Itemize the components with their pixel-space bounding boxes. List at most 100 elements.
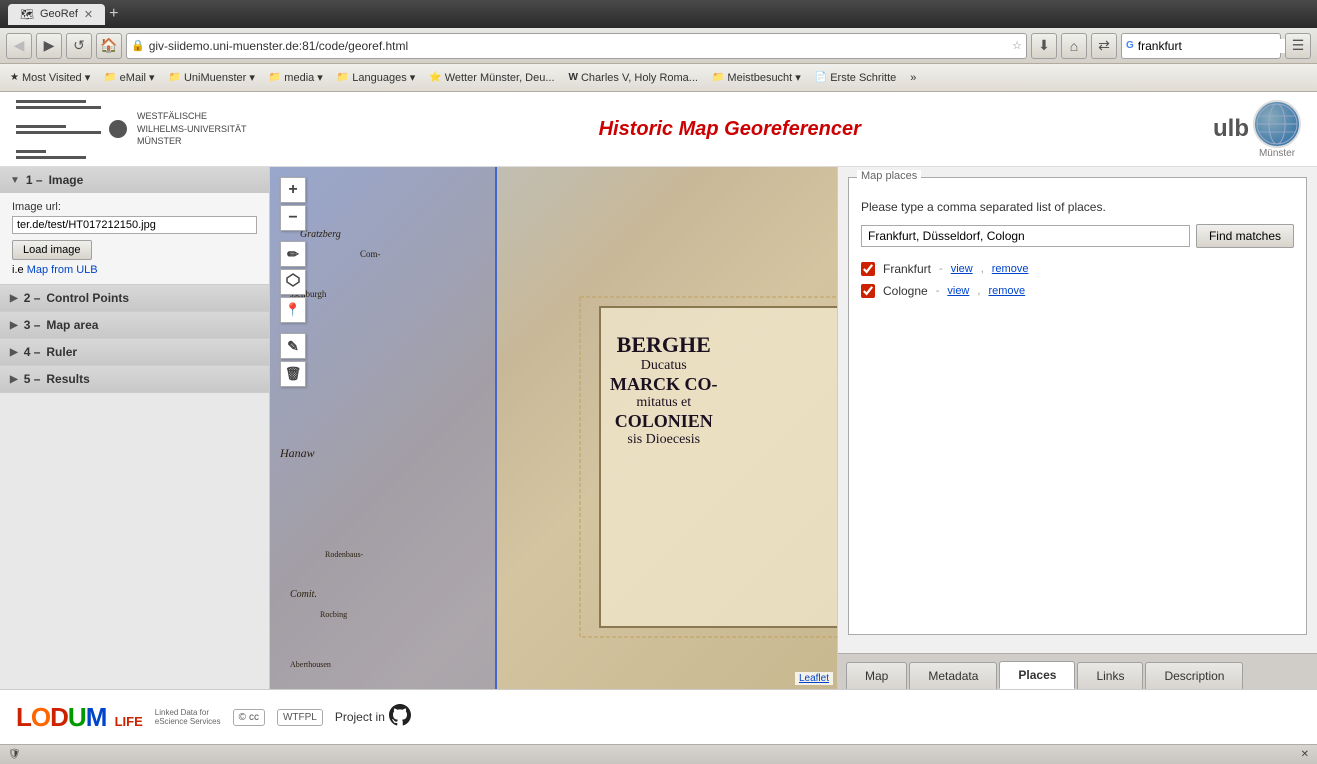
home-nav-button[interactable]: ⌂ xyxy=(1061,33,1087,59)
find-matches-button[interactable]: Find matches xyxy=(1196,224,1294,248)
tab-places[interactable]: Places xyxy=(999,661,1075,689)
tab-description[interactable]: Description xyxy=(1145,662,1243,689)
bookmark-uni-muenster[interactable]: 📁 UniMuenster ▾ xyxy=(163,69,261,86)
zoom-out-button[interactable]: − xyxy=(280,205,306,231)
draw-line-button[interactable]: ✏ xyxy=(280,241,306,267)
linked-data-line2: eScience Services xyxy=(155,717,221,726)
forward-button[interactable]: ▶ xyxy=(36,33,62,59)
frankfurt-remove-link[interactable]: remove xyxy=(992,263,1029,275)
uni-name-line1: WESTFÄLISCHE xyxy=(137,110,247,123)
map-area-container[interactable]: Gratzberg Com- ssenburgh Hanaw Comit. Ab… xyxy=(270,167,837,689)
new-tab-button[interactable]: + xyxy=(109,5,118,23)
bookmark-meistbesucht[interactable]: 📁 Meistbesucht ▾ xyxy=(706,69,807,86)
sidebar-section-ruler: ▶ 4 – Ruler xyxy=(0,339,269,366)
zoom-in-button[interactable]: + xyxy=(280,177,306,203)
ulb-sublabel: Münster xyxy=(1259,148,1295,159)
erste-schritte-label: Erste Schritte xyxy=(830,72,896,84)
browser-toolbar: ◀ ▶ ↺ 🏠 🔒 ☆ ⬇ ⌂ ⇄ G 🔍 ☰ xyxy=(0,28,1317,64)
sidebar-section-control-points-header[interactable]: ▶ 2 – Control Points xyxy=(0,285,269,311)
cartouche-line6: sis Dioecesis xyxy=(610,432,717,448)
tab-metadata[interactable]: Metadata xyxy=(909,662,997,689)
wtfpl-label: WTFPL xyxy=(283,712,317,723)
cartouche: BERGHE Ducatus MARCK CO- mitatus et COLO… xyxy=(610,332,717,448)
languages-label: Languages xyxy=(352,72,406,84)
leaflet-attribution[interactable]: Leaflet xyxy=(795,672,833,685)
search-input[interactable] xyxy=(1138,39,1293,53)
add-pin-button[interactable]: 📍 xyxy=(280,297,306,323)
places-search-input[interactable] xyxy=(861,225,1190,247)
cologne-checkbox[interactable] xyxy=(861,284,875,298)
polygon-icon xyxy=(286,273,300,292)
cartouche-line5: COLONIEN xyxy=(610,411,717,432)
most-visited-icon: ★ xyxy=(10,72,19,83)
sidebar-section-ruler-header[interactable]: ▶ 4 – Ruler xyxy=(0,339,269,365)
uni-name-line3: MÜNSTER xyxy=(137,135,247,148)
frankfurt-view-link[interactable]: view xyxy=(951,263,973,275)
project-github: Project in xyxy=(335,704,411,731)
image-url-input[interactable] xyxy=(12,216,257,234)
sidebar-section-map-area-header[interactable]: ▶ 3 – Map area xyxy=(0,312,269,338)
logo-graphic xyxy=(16,100,127,159)
meistbesucht-folder-icon: 📁 xyxy=(712,72,724,83)
media-folder-icon: 📁 xyxy=(269,72,281,83)
edit-button[interactable]: ✎ xyxy=(280,333,306,359)
app-title: Historic Map Georeferencer xyxy=(247,118,1213,141)
bookmark-wetter[interactable]: ⭐ Wetter Münster, Deu... xyxy=(423,70,560,86)
place-entry-cologne: Cologne - view , remove xyxy=(861,284,1294,298)
draw-polygon-button[interactable] xyxy=(280,269,306,295)
star-icon[interactable]: ☆ xyxy=(1012,39,1022,52)
sync-button[interactable]: ⇄ xyxy=(1091,33,1117,59)
logo-line-3 xyxy=(16,125,66,128)
load-image-button[interactable]: Load image xyxy=(12,240,92,260)
address-input[interactable] xyxy=(149,39,1008,53)
cologne-sep: - xyxy=(936,285,940,297)
refresh-button[interactable]: ↺ xyxy=(66,33,92,59)
right-panel: Map places Please type a comma separated… xyxy=(837,167,1317,689)
bookmark-most-visited[interactable]: ★ Most Visited ▾ xyxy=(4,69,96,86)
close-icon[interactable]: ✕ xyxy=(1301,749,1309,760)
wtfpl-badge: WTFPL xyxy=(277,709,323,726)
tab-map[interactable]: Map xyxy=(846,662,907,689)
lodum-l: L xyxy=(16,702,31,732)
bookmark-media[interactable]: 📁 media ▾ xyxy=(263,69,329,86)
uni-text: WESTFÄLISCHE WILHELMS-UNIVERSITÄT MÜNSTE… xyxy=(137,110,247,148)
project-label: Project in xyxy=(335,710,385,724)
sidebar-section-image: ▼ 1 – Image Image url: Load image i.e Ma… xyxy=(0,167,269,285)
bookmark-languages[interactable]: 📁 Languages ▾ xyxy=(331,69,421,86)
bookmark-charles[interactable]: W Charles V, Holy Roma... xyxy=(563,70,704,86)
back-button[interactable]: ◀ xyxy=(6,33,32,59)
download-button[interactable]: ⬇ xyxy=(1031,33,1057,59)
tab-close-icon[interactable]: ✕ xyxy=(84,8,93,21)
sidebar-section-results-header[interactable]: ▶ 5 – Results xyxy=(0,366,269,392)
languages-arrow: ▾ xyxy=(410,71,416,84)
panel-title: Map places xyxy=(857,170,921,182)
image-section-number: 1 – xyxy=(26,173,43,187)
menu-button[interactable]: ☰ xyxy=(1285,33,1311,59)
image-section-content: Image url: Load image i.e Map from ULB xyxy=(0,193,269,284)
app-header: WESTFÄLISCHE WILHELMS-UNIVERSITÄT MÜNSTE… xyxy=(0,92,1317,167)
bottom-tabs-container: Map Metadata Places Links Description xyxy=(838,653,1317,689)
frankfurt-checkbox[interactable] xyxy=(861,262,875,276)
github-logo[interactable] xyxy=(389,704,411,731)
cartouche-line3: MARCK CO- xyxy=(610,374,717,395)
uni-name-line2: WILHELMS-UNIVERSITÄT xyxy=(137,123,247,136)
cologne-remove-link[interactable]: remove xyxy=(988,285,1025,297)
sidebar: ▼ 1 – Image Image url: Load image i.e Ma… xyxy=(0,167,270,689)
leaflet-link[interactable]: Leaflet xyxy=(799,673,829,684)
ruler-label: Ruler xyxy=(46,345,77,359)
bookmark-more[interactable]: » xyxy=(904,70,922,86)
map-from-ulb-link[interactable]: Map from ULB xyxy=(27,264,98,276)
bookmark-erste-schritte[interactable]: 📄 Erste Schritte xyxy=(809,70,902,86)
historic-map: Gratzberg Com- ssenburgh Hanaw Comit. Ab… xyxy=(270,167,837,689)
bookmark-email[interactable]: 📁 eMail ▾ xyxy=(98,69,160,86)
control-points-label: Control Points xyxy=(46,291,129,305)
image-section-label: Image xyxy=(49,173,84,187)
map-places-panel: Map places Please type a comma separated… xyxy=(838,167,1317,653)
sidebar-section-image-header[interactable]: ▼ 1 – Image xyxy=(0,167,269,193)
browser-tab[interactable]: 🗺 GeoRef ✕ xyxy=(8,4,105,25)
tab-links[interactable]: Links xyxy=(1077,662,1143,689)
results-number: 5 – xyxy=(24,372,41,386)
delete-button[interactable]: 🗑 xyxy=(280,361,306,387)
cologne-view-link[interactable]: view xyxy=(947,285,969,297)
home-button[interactable]: 🏠 xyxy=(96,33,122,59)
